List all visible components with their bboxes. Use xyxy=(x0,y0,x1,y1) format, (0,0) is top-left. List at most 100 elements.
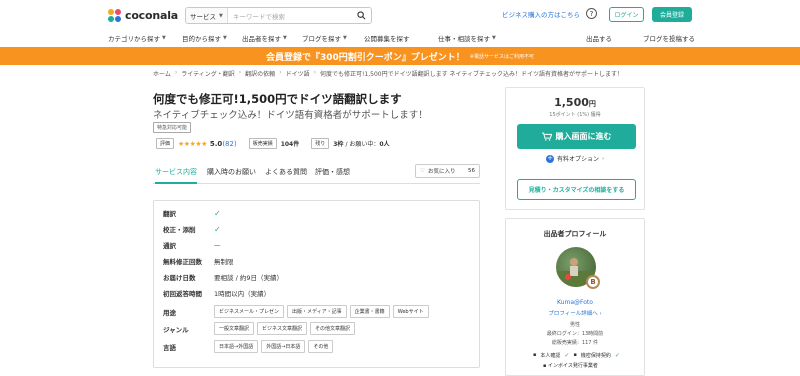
price-unit: 円 xyxy=(588,100,596,108)
nav-label: 目的から探す xyxy=(182,35,221,43)
tab-reviews[interactable]: 評価・感想 xyxy=(315,167,350,177)
tab-service-content[interactable]: サービス内容 xyxy=(155,167,197,184)
search-category-select[interactable]: サービス ▼ xyxy=(186,8,228,23)
business-purchase-link[interactable]: ビジネス購入の方はこちら xyxy=(502,9,580,19)
breadcrumb-item[interactable]: ホーム xyxy=(153,69,171,78)
nav-public-request[interactable]: 公開募集を探す xyxy=(364,33,410,43)
buy-button-label: 購入画面に進む xyxy=(555,132,612,141)
document-icon: ▪ xyxy=(573,352,577,358)
nav-jobs[interactable]: 仕事・相談を探す ▼ xyxy=(438,33,496,43)
consult-button[interactable]: 見積り・カスタマイズの相談をする xyxy=(517,179,636,200)
nav-sell[interactable]: 出品する xyxy=(586,33,612,43)
page-subtitle: ネイティブチェック込み！ドイツ語有資格者がサポートします！ xyxy=(153,110,428,121)
nav-blog[interactable]: ブログを探す ▼ xyxy=(302,33,347,43)
nav-label: ブログを探す xyxy=(302,35,341,43)
in-progress-value: 0人 xyxy=(379,141,390,148)
register-button[interactable]: 会員登録 xyxy=(652,7,692,22)
spec-row-language: 言語 日本語→外国語 外国語→日本語 その他 xyxy=(163,340,336,353)
favorite-label: お気に入り xyxy=(427,169,456,175)
spec-row: 初回返答時間 1時間以内（実績） xyxy=(163,288,270,298)
options-label: 有料オプション xyxy=(557,156,600,163)
review-count-link[interactable]: (82) xyxy=(222,140,236,148)
favorite-count: 56 xyxy=(468,168,475,174)
genre-chip: 一般文章翻訳 xyxy=(214,322,255,335)
breadcrumb-separator: › xyxy=(238,69,242,76)
nav-label: 仕事・相談を探す xyxy=(438,35,490,43)
breadcrumb: ホーム › ライティング・翻訳 › 翻訳の依頼 › ドイツ語 › 何度でも修正可!1,5… xyxy=(153,69,623,78)
spec-value: 要相談 / 約9日（実績） xyxy=(214,274,283,282)
verify-nda: 機密保持契約 xyxy=(580,353,611,359)
breadcrumb-separator: › xyxy=(313,69,317,76)
service-stats: 評価 ★★★★★ 5.0 (82) 販売実績 104件 残り 3枠 / お願い中… xyxy=(156,138,390,149)
spec-row-genre: ジャンル 一般文章翻訳 ビジネス文章翻訳 その他文章翻訳 xyxy=(163,322,358,335)
logo-text: coconala xyxy=(125,9,179,22)
spec-row: 通訳 — xyxy=(163,240,221,250)
invoice-issuer: ▪ インボイス発行事業者 xyxy=(543,362,598,369)
page-title: 何度でも修正可!1,500円でドイツ語翻訳します xyxy=(153,92,402,106)
help-icon[interactable]: ? xyxy=(586,8,597,19)
rating-value: 5.0 xyxy=(209,139,223,148)
profile-link-label: プロフィール詳細へ xyxy=(548,311,598,317)
tab-purchase-request[interactable]: 購入時のお願い xyxy=(207,167,256,177)
sales-value: 104件 xyxy=(280,141,300,148)
nav-purpose[interactable]: 目的から探す ▼ xyxy=(182,33,227,43)
seller-rank-badge: B xyxy=(586,275,600,289)
login-button[interactable]: ログイン xyxy=(609,7,644,22)
usage-chip: ビジネスメール・プレゼン xyxy=(214,305,285,318)
breadcrumb-current: 何度でも修正可!1,500円でドイツ語翻訳します ネイティブチェック込み！ドイツ… xyxy=(320,71,624,78)
seller-profile-panel: 出品者プロフィール B Kuma@Foto プロフィール詳細へ › 男性 最終ロ… xyxy=(505,218,645,376)
coupon-banner[interactable]: 会員登録で『300円割引クーポン』プレゼント！ ※電話サービスはご利用不可 xyxy=(0,47,800,65)
chevron-down-icon: ▼ xyxy=(283,35,287,41)
express-tag: 特急対応可能 xyxy=(153,122,192,133)
spec-label: 言語 xyxy=(163,343,176,352)
logo-mark-icon xyxy=(108,8,122,23)
remaining-label: 残り xyxy=(311,138,330,149)
spec-label: 通訳 xyxy=(163,242,176,250)
favorite-button[interactable]: ♡ お気に入り 56 xyxy=(415,164,480,178)
star-rating-icon: ★★★★★ xyxy=(178,139,207,148)
breadcrumb-item[interactable]: 翻訳の依頼 xyxy=(245,69,275,78)
search-icon xyxy=(356,11,365,20)
rating-label: 評価 xyxy=(156,138,175,149)
chevron-right-icon: › xyxy=(602,155,605,162)
nav-category[interactable]: カテゴリから探す ▼ xyxy=(108,33,166,43)
genre-chip: その他文章翻訳 xyxy=(310,322,356,335)
seller-gender: 男性 xyxy=(569,322,580,328)
nav-post-blog[interactable]: ブログを投稿する xyxy=(643,33,695,43)
search-button[interactable] xyxy=(351,8,371,23)
spec-label: 翻訳 xyxy=(163,210,176,218)
coconala-logo[interactable]: coconala xyxy=(108,8,183,23)
check-icon: ✓ xyxy=(614,352,620,359)
in-progress-label: / お願い中： xyxy=(345,141,380,148)
spec-value: — xyxy=(214,241,221,249)
genre-chip: ビジネス文章翻訳 xyxy=(257,322,308,335)
id-card-icon: ▪ xyxy=(533,352,537,358)
chevron-down-icon: ▼ xyxy=(343,35,347,41)
sales-label: 販売実績 xyxy=(248,138,277,149)
price: 1,500円 xyxy=(506,96,644,109)
spec-row: お届け日数 要相談 / 約9日（実績） xyxy=(163,272,283,282)
seller-name[interactable]: Kuma@Foto xyxy=(506,299,644,306)
check-icon: ✓ xyxy=(214,224,221,234)
breadcrumb-separator: › xyxy=(279,69,282,76)
profile-detail-link[interactable]: プロフィール詳細へ › xyxy=(506,309,644,317)
search-input[interactable]: キーワードで検索 xyxy=(228,8,351,23)
spec-row: 無料修正回数 無制限 xyxy=(163,256,234,266)
usage-chip: 出版・メディア・記事 xyxy=(287,305,347,318)
nav-sellers[interactable]: 出品者を探す ▼ xyxy=(242,33,287,43)
language-chip: 日本語→外国語 xyxy=(214,340,259,353)
spec-label: 無料修正回数 xyxy=(163,258,202,266)
tab-faq[interactable]: よくある質問 xyxy=(265,167,307,177)
nav-label: カテゴリから探す xyxy=(108,35,160,43)
spec-row: 校正・添削 ✓ xyxy=(163,224,221,235)
buy-button[interactable]: 購入画面に進む xyxy=(517,124,636,149)
breadcrumb-item[interactable]: ドイツ語 xyxy=(286,69,310,78)
plus-icon: + xyxy=(546,154,554,163)
chevron-right-icon: › xyxy=(599,311,602,317)
paid-options-toggle[interactable]: + 有料オプション › xyxy=(546,154,604,163)
usage-chip: Webサイト xyxy=(392,305,429,318)
verification-list: ▪ 本人確認 ✓ ▪ 機密保持契約 ✓ xyxy=(533,352,620,359)
points-earned: 15ポイント (1%) 獲得 xyxy=(549,112,601,118)
language-chip: その他 xyxy=(308,340,334,353)
breadcrumb-item[interactable]: ライティング・翻訳 xyxy=(181,69,235,78)
